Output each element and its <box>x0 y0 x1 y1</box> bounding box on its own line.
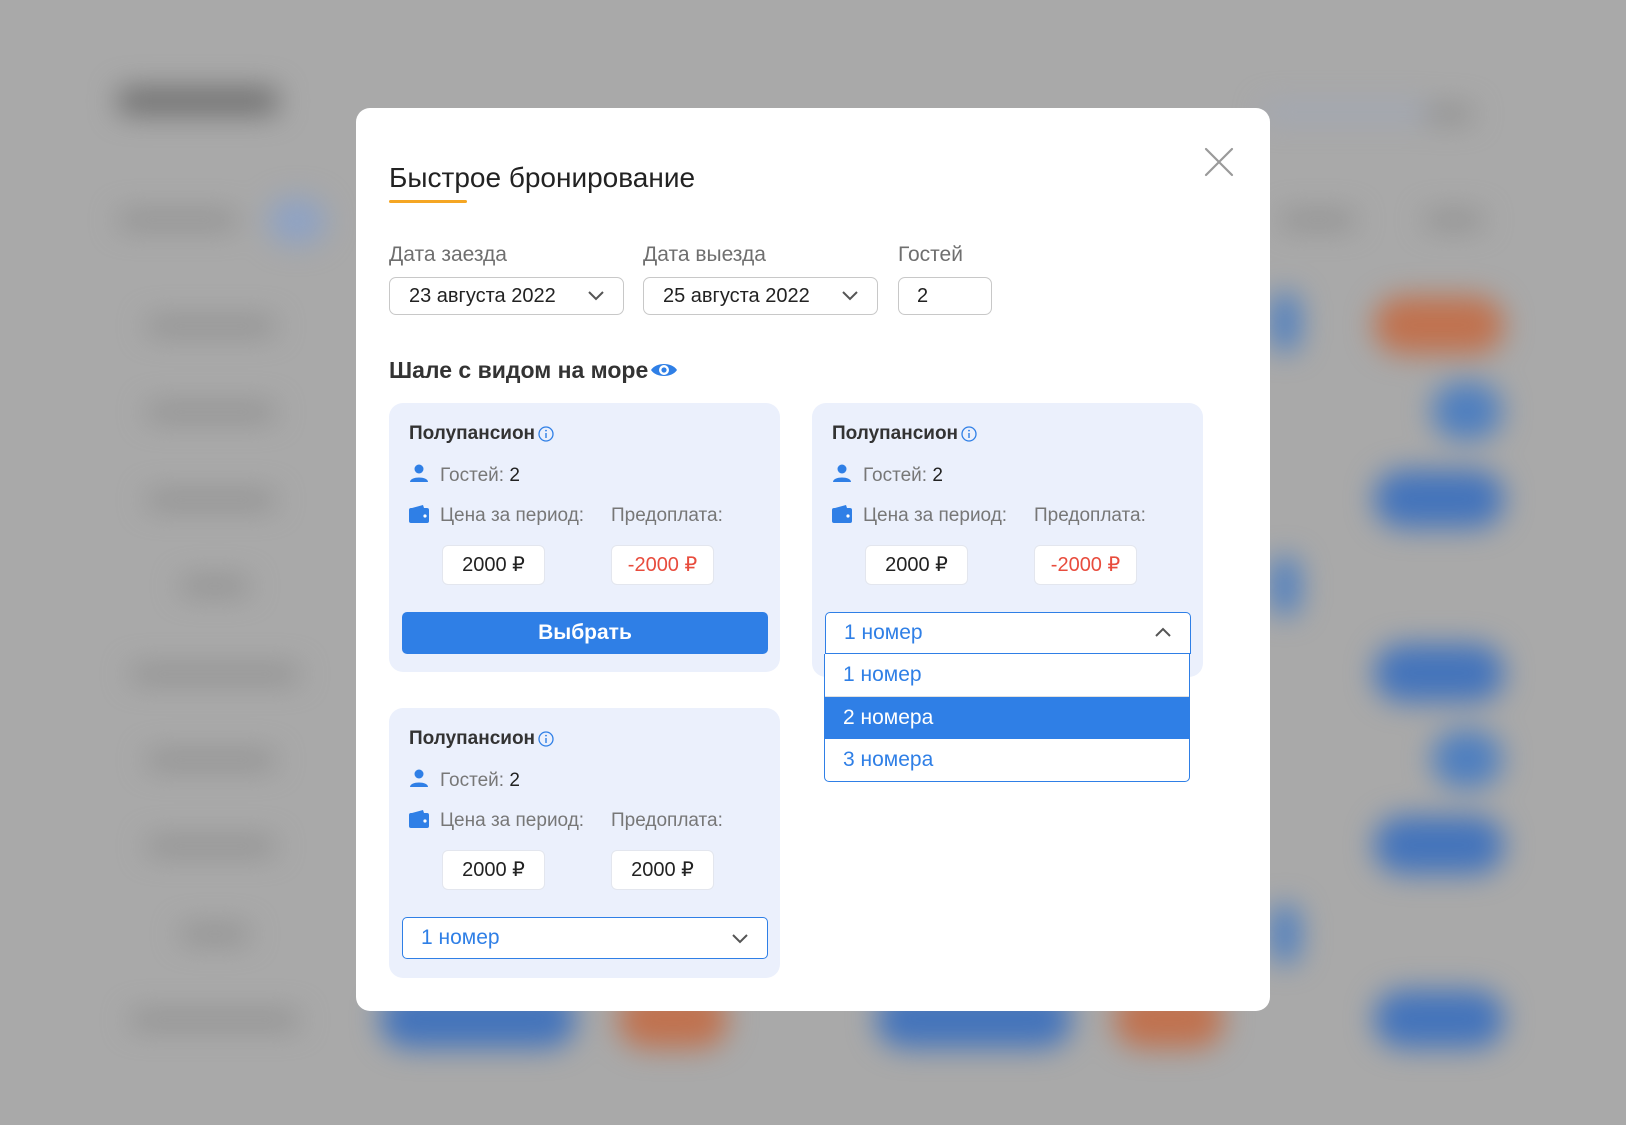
rooms-select-value: 1 номер <box>844 621 923 644</box>
user-icon <box>410 769 428 787</box>
info-icon[interactable] <box>538 426 554 442</box>
checkin-label: Дата заезда <box>389 243 507 266</box>
rooms-option-3[interactable]: 3 номера <box>825 739 1189 781</box>
wallet-icon <box>832 505 852 523</box>
price-value: 2000 ₽ <box>865 545 968 585</box>
checkin-value: 23 августа 2022 <box>409 285 556 307</box>
user-icon <box>410 464 428 482</box>
chevron-down-icon <box>842 291 858 301</box>
checkin-date-select[interactable]: 23 августа 2022 <box>389 277 624 315</box>
chevron-down-icon <box>732 934 748 944</box>
close-icon[interactable] <box>1201 144 1237 180</box>
title-underline <box>389 200 467 203</box>
modal-title: Быстрое бронирование <box>389 162 696 193</box>
info-icon[interactable] <box>538 731 554 747</box>
guests-label: Гостей <box>898 243 963 266</box>
rate-name: Полупансион <box>409 423 536 444</box>
rooms-option-2[interactable]: 2 номера <box>825 697 1189 739</box>
checkout-label: Дата выезда <box>643 243 766 266</box>
chevron-down-icon <box>588 291 604 301</box>
price-value: 2000 ₽ <box>442 545 545 585</box>
rooms-option-1[interactable]: 1 номер <box>825 654 1189 697</box>
prepay-label: Предоплата: <box>1034 505 1146 526</box>
room-title: Шале с видом на море <box>389 357 649 383</box>
guests-row-value: 2 <box>509 465 520 486</box>
info-icon[interactable] <box>961 426 977 442</box>
price-value: 2000 ₽ <box>442 850 545 890</box>
guests-row-value: 2 <box>509 770 520 791</box>
rooms-select[interactable]: 1 номер <box>402 917 768 959</box>
guests-row-label: Гостей: <box>440 465 505 486</box>
guests-row: Гостей: 2 <box>863 465 943 487</box>
checkout-date-select[interactable]: 25 августа 2022 <box>643 277 878 315</box>
prepay-value: -2000 ₽ <box>611 545 714 585</box>
rate-card-3: Полупансион Гостей: 2 Цена за период: Пр… <box>389 708 780 978</box>
rate-card-1: Полупансион Гостей: 2 Цена за период: Пр… <box>389 403 780 672</box>
wallet-icon <box>409 505 429 523</box>
guests-row-label: Гостей: <box>863 465 928 486</box>
checkout-value: 25 августа 2022 <box>663 285 810 307</box>
rooms-select-value: 1 номер <box>421 926 500 949</box>
prepay-value: 2000 ₽ <box>611 850 714 890</box>
guests-row-label: Гостей: <box>440 770 505 791</box>
price-label: Цена за период: <box>440 810 585 831</box>
rooms-select-open[interactable]: 1 номер <box>825 612 1191 654</box>
rate-name: Полупансион <box>409 728 536 749</box>
guests-row: Гостей: 2 <box>440 465 520 487</box>
price-label: Цена за период: <box>440 505 585 526</box>
wallet-icon <box>409 810 429 828</box>
rate-name: Полупансион <box>832 423 959 444</box>
user-icon <box>833 464 851 482</box>
eye-icon[interactable] <box>650 361 678 379</box>
quick-booking-modal: Быстрое бронирование Дата заезда 23 авгу… <box>356 108 1270 1011</box>
price-label: Цена за период: <box>863 505 1008 526</box>
prepay-label: Предоплата: <box>611 810 723 831</box>
prepay-value: -2000 ₽ <box>1034 545 1137 585</box>
rate-card-2: Полупансион Гостей: 2 Цена за период: Пр… <box>812 403 1203 677</box>
guests-row: Гостей: 2 <box>440 770 520 792</box>
chevron-up-icon <box>1155 627 1171 637</box>
guests-row-value: 2 <box>932 465 943 486</box>
guests-input[interactable]: 2 <box>898 277 992 315</box>
prepay-label: Предоплата: <box>611 505 723 526</box>
select-button[interactable]: Выбрать <box>402 612 768 654</box>
rooms-dropdown-menu: 1 номер 2 номера 3 номера <box>824 654 1190 782</box>
